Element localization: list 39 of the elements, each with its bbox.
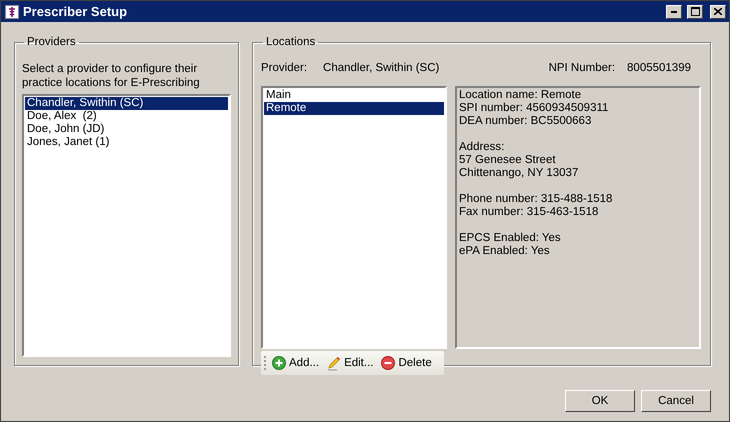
detail-line: Location name: Remote [459,89,582,102]
group-label: Providers [26,36,77,48]
detail-line: Chittenango, NY 13037 [459,167,580,180]
delete-button[interactable]: Delete [379,355,434,371]
caduceus-icon [5,4,19,18]
minus-icon [381,356,396,370]
maximize-icon [690,7,700,16]
maximize-button[interactable] [687,4,703,18]
detail-line: SPI number: 4560934509311 [459,102,610,115]
plus-icon [272,356,286,370]
window-title: Prescriber Setup [23,4,128,19]
minimize-button[interactable] [666,4,682,18]
minimize-icon [671,10,677,12]
pencil-icon [327,356,342,370]
group-label: Locations [265,36,316,48]
provider-item[interactable]: Jones, Janet (1) [25,136,228,149]
detail-line: ePA Enabled: Yes [459,245,551,258]
cancel-button[interactable]: Cancel [641,390,711,412]
add-button[interactable]: Add... [270,355,322,371]
edit-button[interactable]: Edit... [325,354,376,372]
close-icon [714,8,722,15]
detail-line: Phone number: 315-488-1518 [459,193,614,206]
npi-label: NPI Number: [548,62,616,74]
detail-line: DEA number: BC5500663 [459,115,592,128]
detail-line: 57 Genesee Street [459,154,557,167]
provider-name: Chandler, Swithin (SC) [323,62,440,74]
location-item[interactable]: Remote [264,102,444,115]
instruction-text: Select a provider to configure their practice locations for E-Prescribing [22,62,201,90]
close-button[interactable] [710,4,726,18]
provider-label: Provider: [261,62,308,74]
detail-line: Address: [459,141,506,154]
provider-item[interactable]: Chandler, Swithin (SC) [25,97,228,110]
ok-button[interactable]: OK [565,390,635,412]
detail-line: EPCS Enabled: Yes [459,232,562,245]
detail-line: Fax number: 315-463-1518 [459,206,600,219]
provider-item[interactable]: Doe, John (JD) [25,123,228,136]
npi-value: 8005501399 [627,62,691,74]
location-item[interactable]: Main [264,89,444,102]
provider-item[interactable]: Doe, Alex (2) [25,110,228,123]
